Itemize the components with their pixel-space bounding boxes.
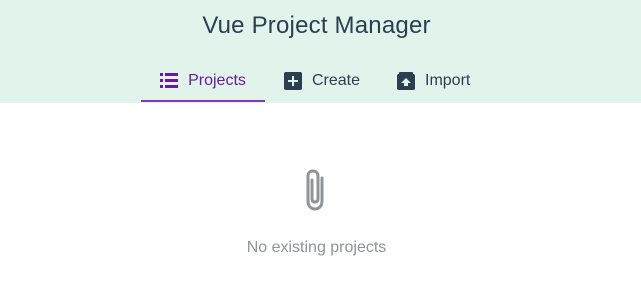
tab-create-label: Create <box>312 72 361 89</box>
tab-create[interactable]: Create <box>284 63 360 103</box>
tab-import-label: Import <box>425 72 471 89</box>
unarchive-icon <box>397 72 415 90</box>
tab-import[interactable]: Import <box>397 63 470 103</box>
tab-projects[interactable]: Projects <box>141 63 265 103</box>
header: Vue Project Manager Projects Create Impo… <box>0 0 641 103</box>
add-box-icon <box>284 72 302 90</box>
app-title: Vue Project Manager <box>202 12 431 39</box>
empty-state-message: No existing projects <box>246 239 387 256</box>
active-tab-indicator <box>141 100 265 102</box>
paperclip-icon <box>302 168 332 214</box>
tab-projects-label: Projects <box>188 72 246 89</box>
list-icon <box>160 72 179 90</box>
